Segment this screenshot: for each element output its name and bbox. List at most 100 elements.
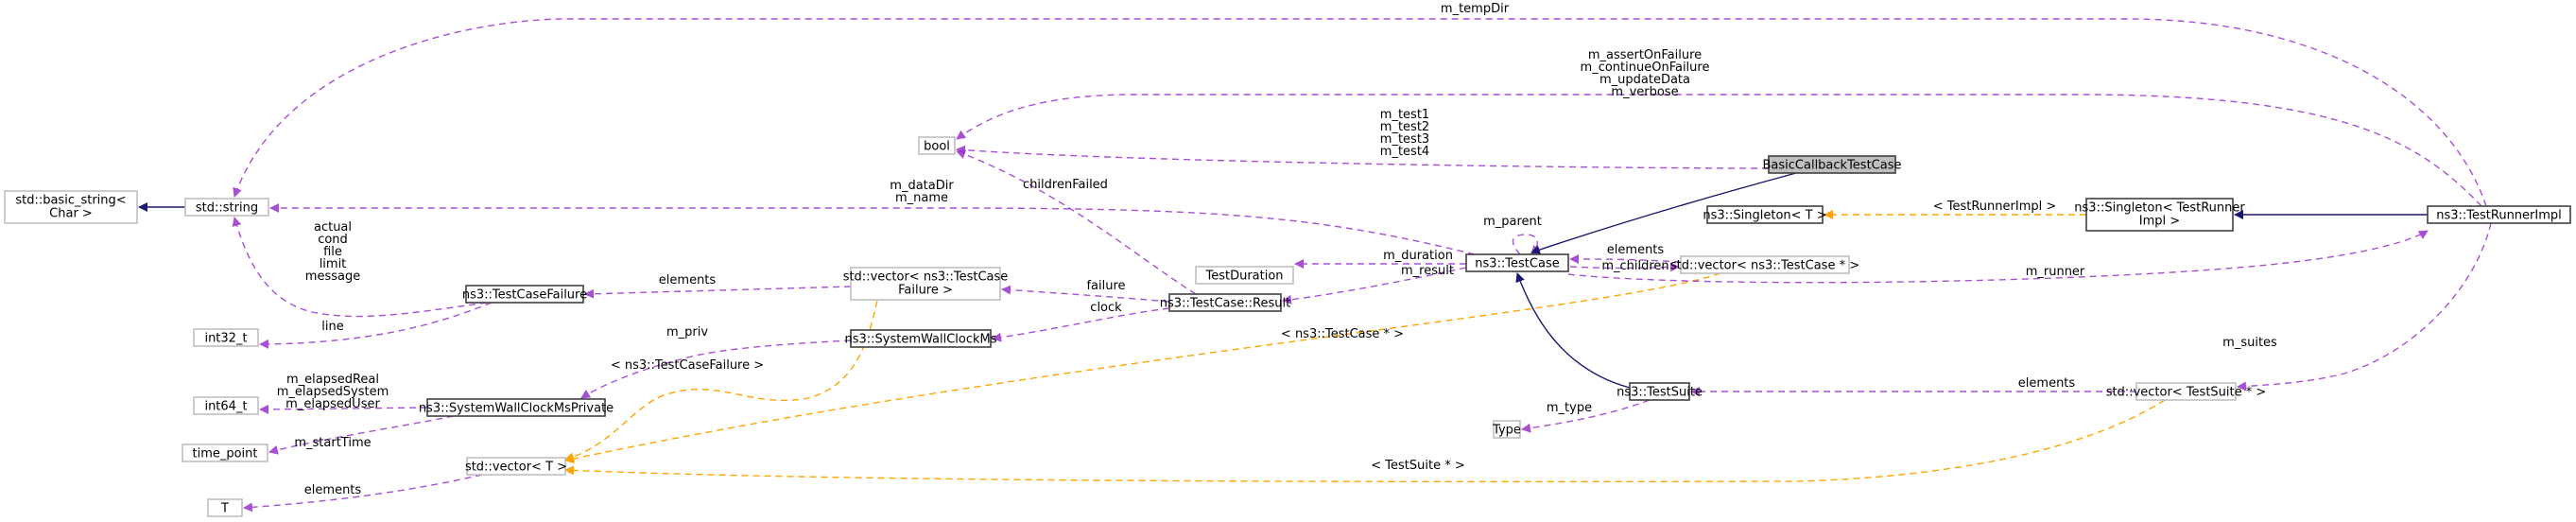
edge-label: m_priv (666, 325, 708, 339)
node-label: Char > (49, 207, 93, 221)
edge-label-line: line (321, 320, 343, 334)
edge-label: m_elapsedReal m_elapsedSystem m_elapsedUse… (277, 373, 389, 411)
edges-layer (138, 18, 2492, 513)
edge-vectorT-to-T (243, 474, 483, 513)
node-label: int32_t (204, 332, 247, 346)
node-vec-tc[interactable]: std::vector< ns3::TestCase * > (1670, 255, 1859, 274)
node-singletonT[interactable]: ns3::Singleton< T > (1703, 205, 1827, 224)
edge-label: actual cond file limit message (305, 220, 360, 284)
edge-label-line: elements (2018, 376, 2076, 391)
edge-testrunnerimpl-to-string (233, 18, 2487, 207)
node-swcm[interactable]: ns3::SystemWallClockMs (844, 329, 997, 348)
edge-label-line: m_suites (2222, 336, 2277, 350)
edge-label: elements (304, 483, 362, 497)
edge-label: m_parent (1483, 215, 1542, 229)
edge-label-line: m_tempDir (1441, 2, 1510, 16)
node-label: std::string (196, 201, 258, 216)
node-basiccb[interactable]: BasicCallbackTestCase (1763, 155, 1902, 174)
edge-label: m_tempDir (1441, 2, 1510, 16)
node-label: int64_t (204, 400, 247, 414)
node-T[interactable]: T (207, 498, 243, 517)
node-label: ns3::Singleton< T > (1703, 209, 1826, 223)
edge-label: m_type (1547, 401, 1592, 415)
edge-label-line: m_test4 (1380, 145, 1429, 159)
node-label: ns3::Singleton< TestRunner (2074, 201, 2245, 216)
edge-label-line: m_name (895, 191, 948, 205)
node-label: ns3::TestCase (1475, 257, 1559, 271)
edge-label-line: m_parent (1483, 215, 1542, 229)
edge-labels-layer: actual cond file limit message line elements m_… (277, 2, 2277, 497)
edge-label-line: elements (304, 483, 362, 497)
edge-label: elements (2018, 376, 2076, 391)
edge-label-line: failure (1086, 279, 1125, 293)
node-singletonTR[interactable]: ns3::Singleton< TestRunnerImpl > (2074, 198, 2245, 232)
node-testrunnerimpl[interactable]: ns3::TestRunnerImpl (2427, 205, 2571, 224)
node-int32[interactable]: int32_t (193, 328, 259, 347)
edge-label: elements (659, 273, 717, 287)
node-label: BasicCallbackTestCase (1763, 159, 1902, 173)
node-string[interactable]: std::string (184, 198, 269, 217)
edge-label: m_dataDir m_name (890, 179, 954, 205)
edge-label-line: m_duration (1383, 249, 1453, 263)
node-bool[interactable]: bool (918, 136, 956, 155)
node-testcasefailure[interactable]: ns3::TestCaseFailure (462, 285, 587, 304)
node-label: time_point (192, 447, 257, 461)
node-vec-tcf[interactable]: std::vector< ns3::TestCaseFailure > (843, 267, 1009, 301)
node-label: std::vector< ns3::TestCase * > (1670, 259, 1859, 273)
node-vectorT[interactable]: std::vector< T > (465, 457, 567, 476)
edge-label: m_duration (1383, 249, 1453, 263)
node-label: T (220, 502, 229, 516)
edge-label: m_suites (2222, 336, 2277, 350)
node-label: ns3::TestSuite (1616, 386, 1703, 400)
edge-vec_tcf-to-testcasefailure (584, 286, 852, 299)
node-testcase[interactable]: ns3::TestCase (1465, 253, 1569, 272)
edge-label: < ns3::TestCaseFailure > (611, 358, 764, 373)
edge-label-line: m_elapsedUser (285, 397, 380, 411)
edge-testcasefailure-to-int32 (259, 302, 493, 349)
node-vec-ts[interactable]: std::vector< TestSuite * > (2106, 382, 2267, 401)
node-swcmp[interactable]: ns3::SystemWallClockMsPrivate (419, 398, 614, 417)
edge-result-to-swcm (992, 307, 1170, 342)
edge-label: < ns3::TestCase * > (1281, 327, 1404, 341)
node-label: ns3::TestRunnerImpl (2436, 209, 2562, 223)
edge-label: m_startTime (294, 436, 371, 450)
edge-label-line: m_startTime (294, 436, 371, 450)
edge-label: m_runner (2026, 265, 2085, 279)
node-testduration[interactable]: TestDuration (1195, 266, 1294, 285)
edge-label: m_result (1401, 264, 1454, 278)
edge-label-line: childrenFailed (1023, 178, 1108, 192)
node-label: ns3::SystemWallClockMsPrivate (419, 402, 614, 416)
edge-testcasefailure-to-string (232, 217, 488, 318)
edge-label-line: m_verbose (1611, 85, 1678, 99)
edge-basiccb-to-bool (956, 145, 1770, 169)
node-time-point[interactable]: time_point (182, 444, 268, 462)
node-label: bool (924, 140, 950, 154)
edge-label: childrenFailed (1023, 178, 1108, 192)
node-label: std::vector< ns3::TestCase (843, 270, 1009, 285)
edge-label-line: < ns3::TestCase * > (1281, 327, 1404, 341)
edge-label-line: clock (1090, 301, 1122, 315)
edge-label: line (321, 320, 343, 334)
collaboration-diagram: actual cond file limit message line elements m_… (4, 2, 2571, 517)
node-basic-string[interactable]: std::basic_string<Char > (4, 190, 138, 224)
edge-label: m_test1 m_test2 m_test3 m_test4 (1380, 108, 1429, 159)
node-label: ns3::TestCaseFailure (462, 288, 587, 303)
node-type[interactable]: Type (1492, 420, 1521, 439)
node-int64[interactable]: int64_t (193, 396, 259, 415)
node-label: TestDuration (1204, 270, 1283, 284)
node-testsuite[interactable]: ns3::TestSuite (1616, 382, 1703, 401)
node-label: Failure > (898, 284, 953, 298)
edge-label-line: m_priv (666, 325, 708, 339)
edge-label-line: < ns3::TestCaseFailure > (611, 358, 764, 373)
edge-label: m_children (1601, 259, 1668, 273)
edge-testcase-to-string (269, 203, 1476, 255)
edge-label-line: < TestRunnerImpl > (1933, 200, 2057, 214)
node-label: Impl > (2139, 215, 2180, 229)
edge-label-line: elements (659, 273, 717, 287)
edge-label: < TestRunnerImpl > (1933, 200, 2057, 214)
node-result[interactable]: ns3::TestCase::Result (1160, 293, 1290, 312)
node-label: std::vector< TestSuite * > (2106, 386, 2267, 400)
edge-label: m_assertOnFailure m_continueOnFailure m_up… (1581, 48, 1710, 99)
edge-label-line: < TestSuite * > (1371, 459, 1464, 473)
edge-label-line: elements (1607, 243, 1665, 257)
